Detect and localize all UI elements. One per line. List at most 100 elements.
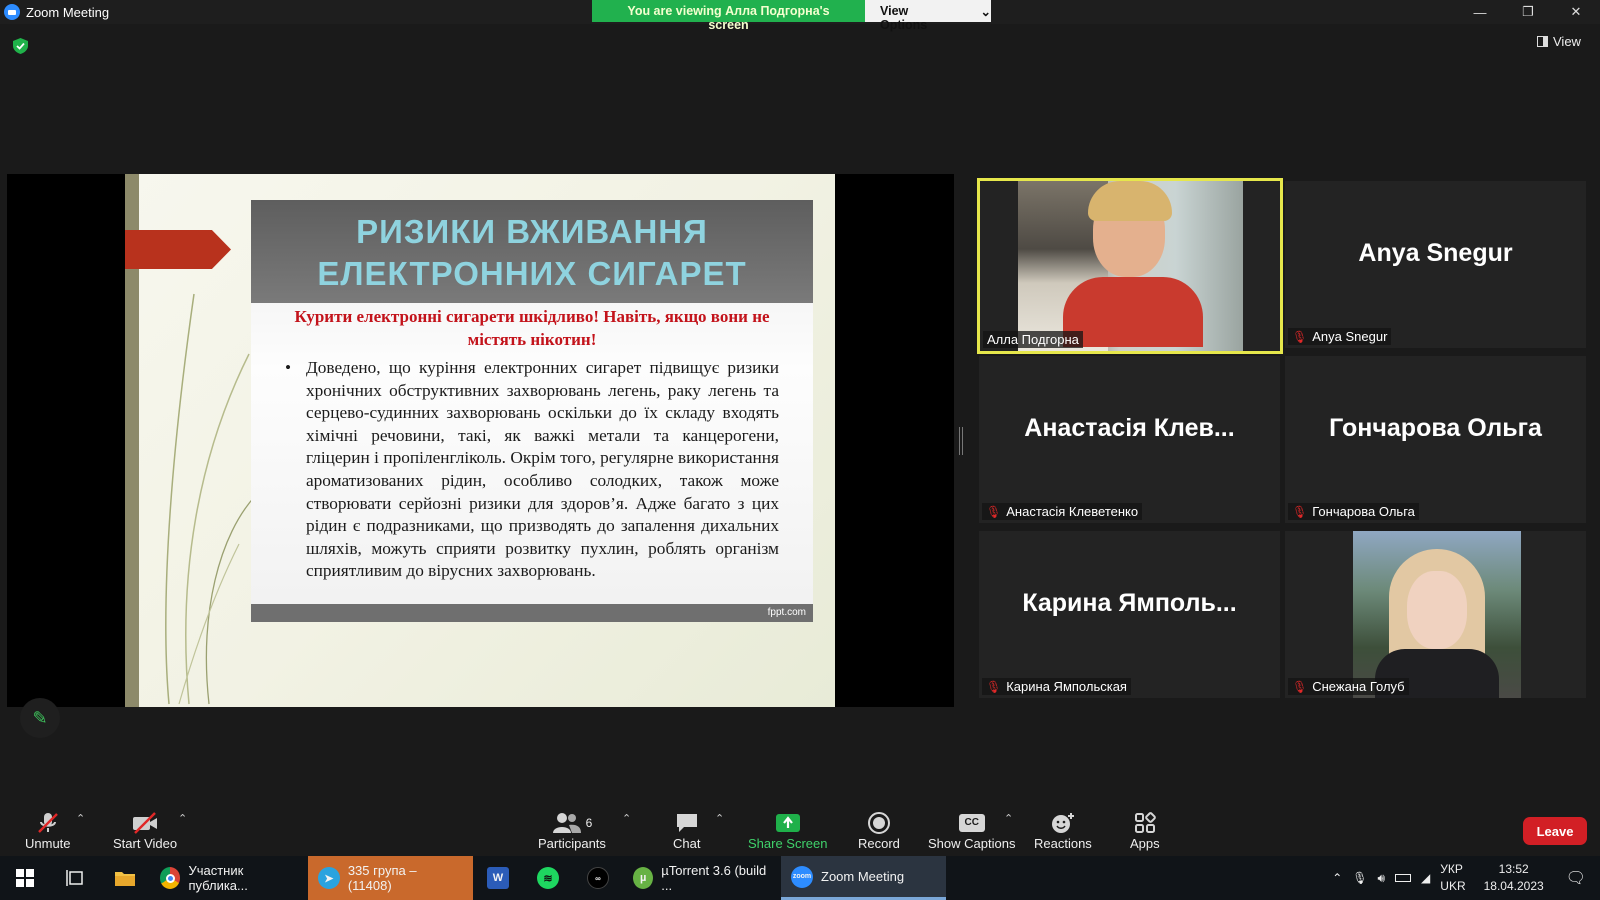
clock-time: 13:52 [1498,862,1529,876]
clock[interactable]: 13:52 18.04.2023 [1484,861,1544,895]
participant-display-name: Карина Ямполь... [1022,589,1237,617]
chat-chevron-icon[interactable]: ⌃ [715,812,724,825]
video-options-chevron-icon[interactable]: ⌃ [178,812,187,825]
audio-options-chevron-icon[interactable]: ⌃ [76,812,85,825]
unmute-button[interactable]: Unmute [25,810,71,851]
task-view-icon [66,870,83,886]
participant-video [1018,181,1243,351]
chat-button[interactable]: Chat [673,810,700,851]
zoom-icon: zoom [791,865,813,888]
participant-tile-snezhana[interactable]: 🎙︎ Снежана Голуб [1285,531,1586,698]
participant-tile-anastasia[interactable]: Анастасія Клев... 🎙︎ Анастасія Клеветенк… [979,356,1280,523]
participant-name: Гончарова Ольга [1312,504,1415,519]
clock-date: 18.04.2023 [1483,879,1544,893]
taskbar-word[interactable]: W [473,856,523,900]
layout-icon [1537,36,1548,47]
view-options-label: View Options [880,4,928,32]
lang-bottom: UKR [1440,879,1466,893]
start-video-label: Start Video [113,836,178,851]
record-icon [867,810,890,836]
close-button[interactable]: ✕ [1552,0,1600,24]
taskbar-zoom[interactable]: zoom Zoom Meeting [781,856,946,900]
view-label: View [1553,34,1581,49]
volume-icon[interactable]: 🔊︎ [1377,871,1385,886]
slide-title-line1: РИЗИКИ ВЖИВАННЯ [356,212,708,250]
participant-label: 🎙︎ Карина Ямпольская [982,678,1131,695]
zoom-logo-icon [4,4,20,20]
participant-video [1353,531,1521,698]
participant-tile-anya[interactable]: Anya Snegur 🎙︎ Anya Snegur [1285,181,1586,348]
taskbar-app[interactable]: ∞ [573,856,623,900]
share-screen-button[interactable]: Share Screen [748,810,828,851]
participant-display-name: Гончарова Ольга [1329,414,1542,442]
minimize-button[interactable]: — [1456,0,1504,24]
lang-top: УКР [1440,862,1463,876]
view-layout-button[interactable]: View [1537,34,1581,49]
grass-decoration [165,293,258,705]
participants-chevron-icon[interactable]: ⌃ [622,812,631,825]
record-button[interactable]: Record [858,810,900,851]
microphone-icon[interactable]: 🎙︎ [1352,871,1367,885]
muted-mic-icon: 🎙︎ [986,679,1002,694]
participants-label: Participants [538,836,606,851]
show-captions-button[interactable]: CC Show Captions [928,810,1015,851]
leave-button[interactable]: Leave [1523,817,1587,845]
wifi-icon[interactable]: ◢ [1421,871,1430,885]
participants-icon: 6 [552,810,592,836]
participants-button[interactable]: 6 Participants [538,810,606,851]
tray-chevron-up-icon[interactable]: ⌃ [1332,871,1342,885]
share-screen-label: Share Screen [748,836,828,851]
slide-footer: fppt.com [251,604,813,622]
apps-button[interactable]: Apps [1130,810,1160,851]
view-options-button[interactable]: View Options ⌄ [865,0,991,32]
task-view-button[interactable] [50,856,100,900]
participant-label: 🎙︎ Гончарова Ольга [1288,503,1419,520]
battery-icon[interactable] [1395,874,1412,882]
unmute-label: Unmute [25,836,71,851]
participant-name: Anya Snegur [1312,329,1388,344]
folder-icon [115,872,135,886]
captions-chevron-icon[interactable]: ⌃ [1004,812,1013,825]
utorrent-window-title: µTorrent 3.6 (build ... [661,863,767,893]
reactions-button[interactable]: Reactions [1034,810,1092,851]
presentation-slide: РИЗИКИ ВЖИВАННЯ ЕЛЕКТРОННИХ СИГАРЕТ Кури… [125,174,835,707]
slide-title-line2: ЕЛЕКТРОННИХ СИГАРЕТ [317,254,747,292]
start-video-button[interactable]: Start Video [113,810,177,851]
slide-bullet: • Доведено, що куріння електронних сигар… [251,351,813,583]
apps-label: Apps [1130,836,1160,851]
telegram-window-title: 335 група – (11408) [347,863,417,893]
file-explorer-button[interactable] [100,856,150,900]
taskbar-chrome[interactable]: Участник публика... [150,856,308,900]
spotify-icon: ≋ [537,867,559,889]
start-button[interactable] [0,856,50,900]
participant-tile-goncharova[interactable]: Гончарова Ольга 🎙︎ Гончарова Ольга [1285,356,1586,523]
screen-share-banner: You are viewing Алла Подгорна's screen V… [592,0,991,32]
taskbar-spotify[interactable]: ≋ [523,856,573,900]
slide-bullet-text: Доведено, що куріння електронних сигарет… [306,358,779,581]
language-indicator[interactable]: УКР UKR [1440,861,1465,895]
participant-name: Анастасія Клеветенко [1006,504,1139,519]
participant-tile-karina[interactable]: Карина Ямполь... 🎙︎ Карина Ямпольская [979,531,1280,698]
shared-screen[interactable]: РИЗИКИ ВЖИВАННЯ ЕЛЕКТРОННИХ СИГАРЕТ Кури… [7,174,954,707]
bullet-dot-icon: • [285,358,292,377]
chat-label: Chat [673,836,701,851]
windows-taskbar: Участник публика... ➤ 335 група – (11408… [0,856,1600,900]
app-icon: ∞ [587,867,609,889]
panel-resize-handle[interactable] [959,427,963,455]
slide-content-box: РИЗИКИ ВЖИВАННЯ ЕЛЕКТРОННИХ СИГАРЕТ Кури… [251,200,813,622]
window-controls: — ❐ ✕ [1456,0,1600,24]
share-screen-icon [775,810,801,836]
notifications-icon[interactable]: 🗨︎ [1566,868,1586,888]
reactions-icon [1051,810,1075,836]
captions-icon: CC [958,810,985,836]
windows-logo-icon [16,869,34,887]
taskbar-telegram[interactable]: ➤ 335 група – (11408) [308,856,473,900]
restore-button[interactable]: ❐ [1504,0,1552,24]
slide-warning: Курити електронні сигарети шкідливо! Нав… [294,307,770,349]
participant-display-name: Anya Snegur [1358,239,1513,267]
participant-tile-alla[interactable]: Алла Подгорна [977,178,1283,354]
security-shield-icon[interactable] [13,38,28,54]
chat-icon [675,810,699,836]
annotate-pencil-icon[interactable]: ✎ [20,698,60,738]
taskbar-utorrent[interactable]: µ µTorrent 3.6 (build ... [623,856,781,900]
